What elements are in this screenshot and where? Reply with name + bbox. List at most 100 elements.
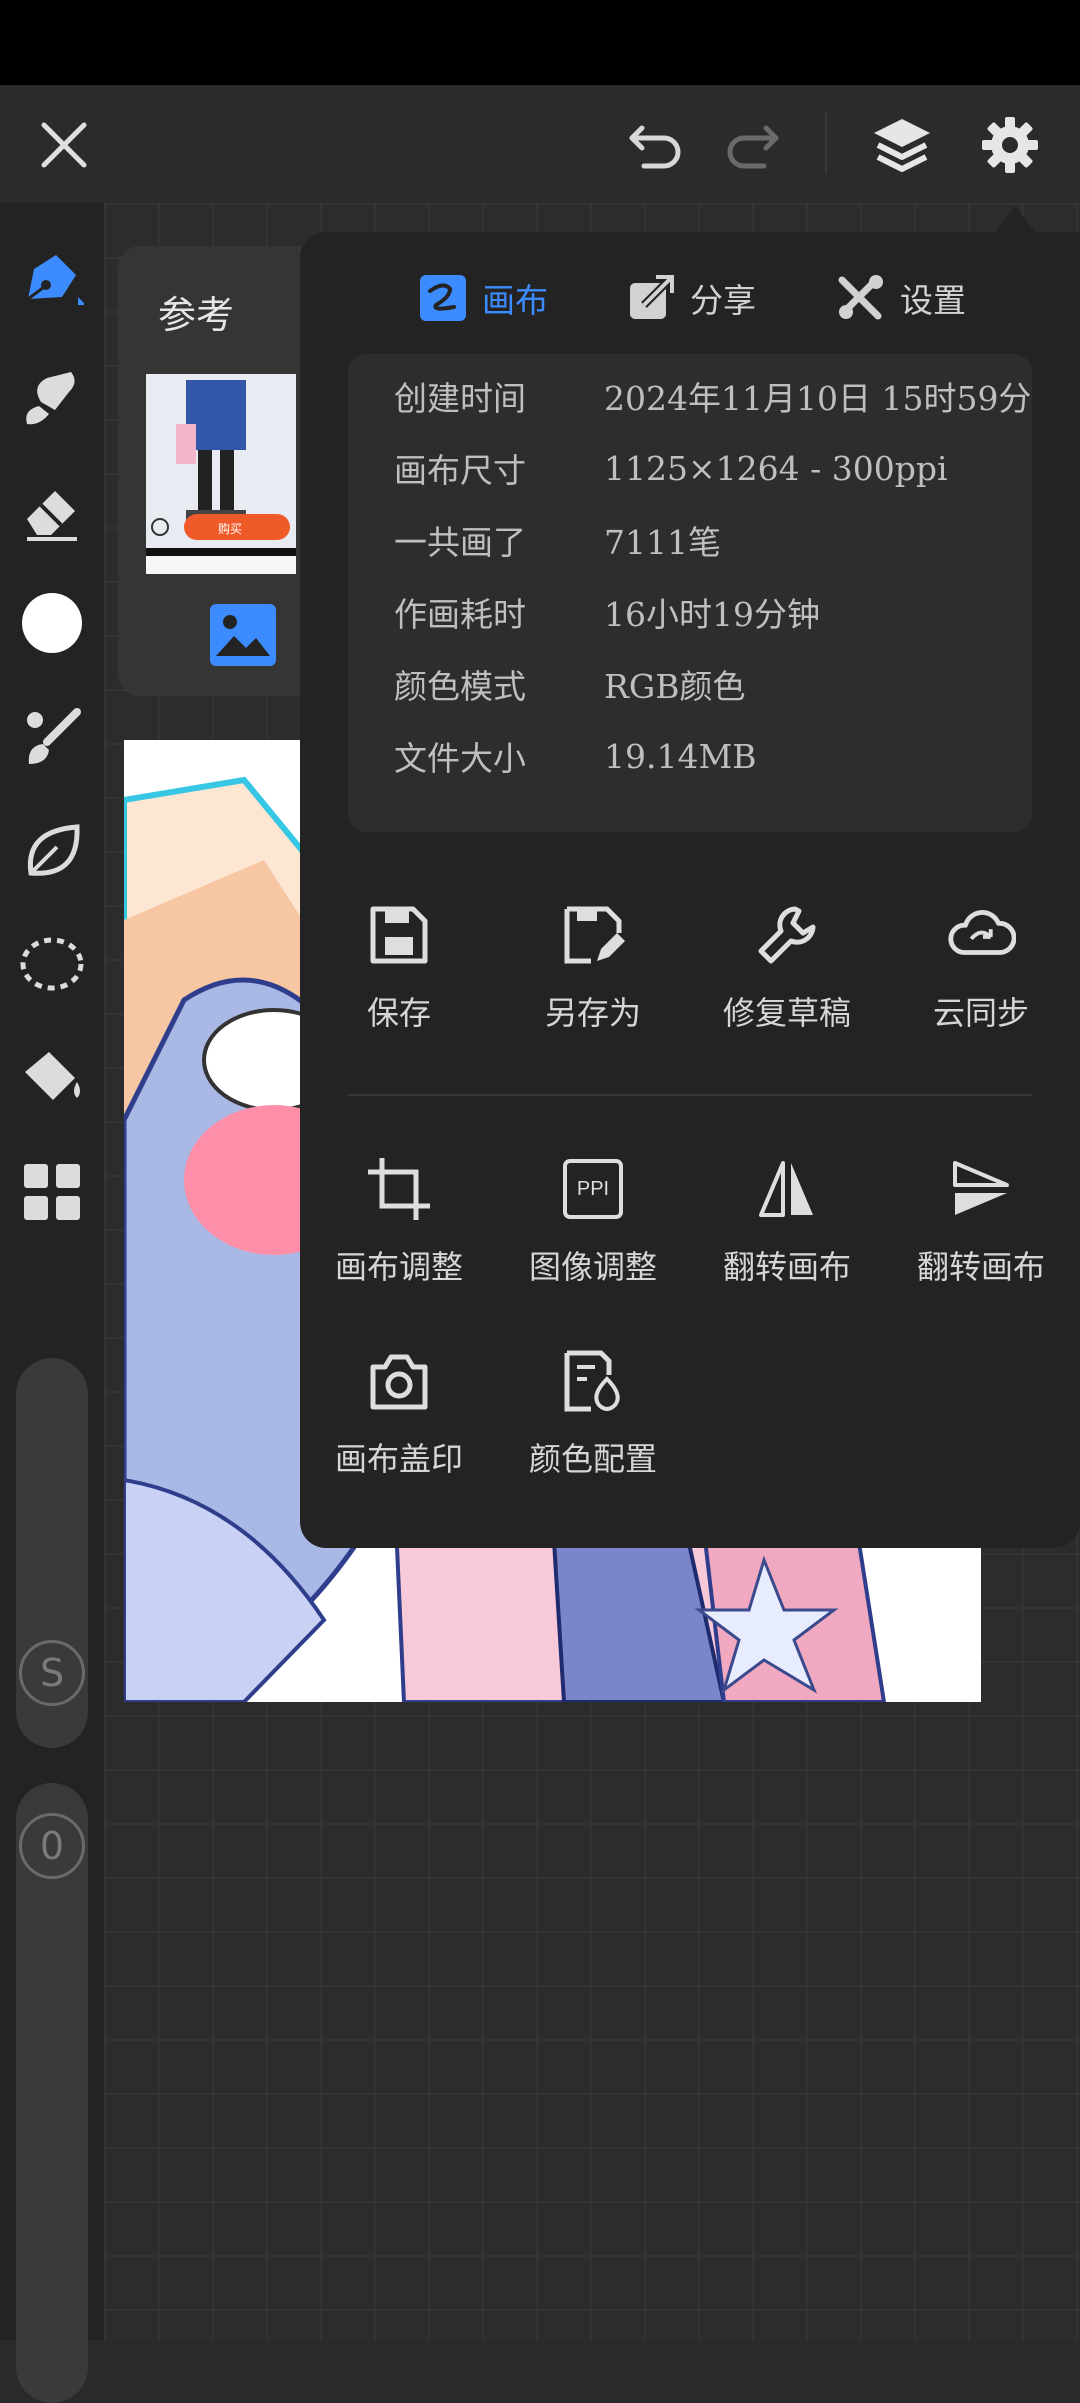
repair-draft-button[interactable]: 修复草稿 [702,900,872,1034]
brush-size-knob[interactable]: S [19,1640,85,1706]
settings-button[interactable] [972,107,1048,183]
tool-pencil[interactable] [18,247,86,315]
info-key: 创建时间 [394,379,526,418]
info-key: 颜色模式 [394,667,526,706]
layers-button[interactable] [864,107,940,183]
save-icon [370,906,428,964]
pencil-icon [27,255,84,305]
save-button[interactable]: 保存 [314,900,484,1034]
wrench-icon [758,906,816,964]
undo-button[interactable] [618,107,694,183]
brush-size-slider[interactable]: S [16,1358,88,1748]
canvas-menu: 画布 分享 设置 创建时间 2024年11月10日 15时59分 画布尺寸 1125… [300,232,1080,1548]
opacity-knob[interactable]: 0 [19,1813,85,1879]
flip-vertical-icon [953,1161,1009,1215]
share-icon [630,275,674,319]
canvas-tab-icon [420,275,466,321]
gear-icon [982,117,1038,173]
camera-icon [370,1354,428,1410]
repair-draft-label: 修复草稿 [722,994,851,1032]
info-row: 画布尺寸 1125×1264 - 300ppi [394,432,948,504]
top-bar [0,85,1080,203]
reference-title: 参考 [158,293,235,337]
tool-smudge[interactable] [18,363,86,431]
tool-bucket[interactable] [18,1043,86,1111]
color-profile-button[interactable]: 颜色配置 [508,1346,678,1480]
opacity-slider[interactable]: 0 [16,1783,88,2403]
lasso-icon [20,937,84,991]
status-bar [0,0,1080,85]
image-adjust-button[interactable]: PPI 图像调整 [508,1154,678,1288]
info-key: 作画耗时 [394,595,526,634]
cloud-sync-label: 云同步 [932,994,1029,1032]
brush-icon [27,708,81,764]
smudge-icon [26,372,75,425]
info-key: 画布尺寸 [394,451,526,490]
redo-icon [727,125,779,169]
info-value: 16小时19分钟 [604,595,820,634]
tab-settings-label: 设置 [900,281,966,320]
canvas-stamp-label: 画布盖印 [334,1440,463,1478]
left-toolbar: S 0 [0,203,104,2403]
info-row: 创建时间 2024年11月10日 15时59分 [394,360,1031,432]
close-icon [41,122,87,168]
flip-horizontal-button[interactable]: 翻转画布 [702,1154,872,1288]
image-adjust-label: 图像调整 [528,1248,657,1286]
info-row: 一共画了 7111笔 [394,504,721,576]
buy-badge: 购买 [218,522,243,536]
reference-thumbnail[interactable]: 购买 [146,374,296,574]
info-key: 一共画了 [394,523,526,562]
cloud-sync-icon [948,910,1016,955]
info-row: 颜色模式 RGB颜色 [394,648,745,720]
info-row: 作画耗时 16小时19分钟 [394,576,820,648]
save-label: 保存 [366,994,431,1032]
info-value: 1125×1264 - 300ppi [604,448,948,488]
insert-image-button[interactable] [210,604,276,670]
undo-icon [629,125,681,169]
reference-panel[interactable]: 参考 购买 [118,246,318,696]
tab-canvas-label: 画布 [482,281,548,320]
flip-horizontal-label: 翻转画布 [722,1248,851,1286]
save-as-button[interactable]: 另存为 [508,900,678,1034]
color-profile-label: 颜色配置 [528,1440,657,1478]
tab-settings[interactable]: 设置 [836,268,966,328]
save-as-icon [564,906,625,964]
crop-icon [368,1158,430,1220]
flip-vertical-label: 翻转画布 [916,1248,1045,1286]
toolbar-separator [825,112,827,174]
info-value: RGB颜色 [604,667,746,706]
ppi-icon-text: PPI [576,1177,610,1200]
info-key: 文件大小 [394,739,526,778]
tab-canvas[interactable]: 画布 [420,268,548,328]
color-profile-icon [564,1350,620,1412]
canvas-stamp-button[interactable]: 画布盖印 [314,1346,484,1480]
info-value: 2024年11月10日 15时59分 [604,379,1032,418]
close-button[interactable] [26,107,102,183]
tool-brush[interactable] [18,703,86,771]
menu-divider [348,1094,1032,1096]
tool-lasso[interactable] [18,931,86,999]
canvas-adjust-button[interactable]: 画布调整 [314,1154,484,1288]
menu-pointer [995,206,1035,232]
image-icon [210,604,276,666]
info-value: 19.14MB [604,736,757,776]
canvas-info-panel: 创建时间 2024年11月10日 15时59分 画布尺寸 1125×1264 - 3… [348,354,1032,832]
cloud-sync-button[interactable]: 云同步 [896,900,1066,1034]
tool-grid[interactable] [18,1158,86,1226]
tab-share-label: 分享 [690,281,756,320]
flip-horizontal-icon [759,1161,813,1217]
reference-image [146,374,296,574]
tool-eraser[interactable] [18,478,86,546]
tool-color[interactable] [18,589,86,657]
flip-vertical-button[interactable]: 翻转画布 [896,1154,1066,1288]
leaf-icon [27,824,80,876]
save-as-label: 另存为 [544,994,641,1032]
tab-share[interactable]: 分享 [628,268,756,328]
redo-button[interactable] [714,107,790,183]
tool-leaf[interactable] [18,818,86,886]
grid-icon [24,1164,80,1220]
color-circle-icon [22,593,82,653]
layers-icon [874,119,930,172]
info-value: 7111笔 [604,523,721,562]
info-row: 文件大小 19.14MB [394,720,757,792]
